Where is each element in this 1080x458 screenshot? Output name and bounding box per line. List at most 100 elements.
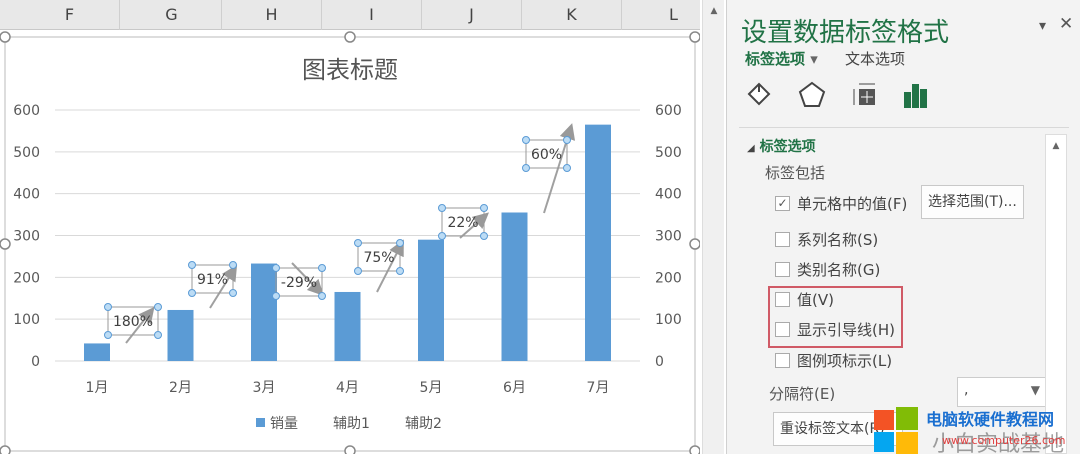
checkbox[interactable] [775, 262, 790, 277]
scroll-up-icon[interactable]: ▲ [707, 6, 721, 20]
checkbox-item[interactable]: 系列名称(S) [775, 229, 878, 250]
section-title: 标签选项 [759, 139, 816, 155]
bar-5月[interactable] [418, 239, 444, 361]
sheet-vertical-scrollbar[interactable]: ▲ [702, 0, 724, 454]
selection-handle[interactable] [104, 303, 112, 311]
chart-resize-handle[interactable] [689, 445, 700, 454]
chart-resize-handle[interactable] [344, 31, 356, 43]
selection-handle[interactable] [272, 264, 280, 272]
legend-entry[interactable]: 销量 [270, 416, 298, 432]
selection-handle[interactable] [354, 239, 362, 247]
bar-1月[interactable] [84, 343, 110, 361]
separator-select[interactable]: , ▼ [957, 377, 1047, 407]
bar-4月[interactable] [334, 291, 361, 361]
x-tick-label: 3月 [253, 380, 276, 396]
highlight-box [768, 286, 903, 348]
y-tick-label: 200 [13, 270, 40, 286]
selection-handle[interactable] [229, 289, 237, 297]
selection-handle[interactable] [563, 164, 571, 172]
pane-menu-icon[interactable]: ▾ [1039, 18, 1046, 34]
selection-handle[interactable] [318, 292, 326, 300]
selection-handle[interactable] [188, 261, 196, 269]
growth-label: 75% [363, 250, 394, 266]
column-header-G[interactable]: G [122, 0, 222, 30]
divider [739, 127, 1069, 128]
column-header-H[interactable]: H [222, 0, 322, 30]
selection-handle[interactable] [188, 289, 196, 297]
selection-handle[interactable] [272, 292, 280, 300]
selection-handle[interactable] [104, 331, 112, 339]
tab-text-options[interactable]: 文本选项 [845, 48, 905, 69]
column-header-F[interactable]: F [20, 0, 120, 30]
chart-resize-handle[interactable] [0, 238, 11, 250]
pentagon-effects-icon[interactable] [797, 80, 827, 110]
selection-handle[interactable] [154, 303, 162, 311]
chart-resize-handle[interactable] [0, 31, 11, 43]
column-header-K[interactable]: K [522, 0, 622, 30]
tab-label-options[interactable]: 标签选项 ▾ [745, 48, 818, 69]
checkbox[interactable] [775, 232, 790, 247]
x-tick-label: 1月 [86, 380, 109, 396]
selection-handle[interactable] [396, 267, 404, 275]
legend-entry[interactable]: 辅助1 [333, 416, 370, 432]
legend-entry[interactable]: 辅助2 [405, 416, 442, 432]
bar-chart-options-icon[interactable] [901, 80, 931, 110]
selection-handle[interactable] [480, 204, 488, 212]
select-range-button[interactable]: 选择范围(T)... [921, 185, 1024, 219]
section-label-options[interactable]: ◢ 标签选项 [747, 136, 816, 156]
checkbox-item[interactable]: ✓ 单元格中的值(F) [775, 193, 907, 214]
growth-label: 60% [531, 147, 562, 163]
growth-label: 22% [447, 215, 478, 231]
chart-resize-handle[interactable] [689, 31, 700, 43]
bar-7月[interactable] [585, 124, 611, 362]
chevron-down-icon: ▾ [810, 50, 818, 68]
checkbox[interactable] [775, 353, 790, 368]
y2-tick-label: 500 [655, 145, 682, 161]
size-properties-icon[interactable] [849, 80, 879, 110]
x-tick-label: 4月 [336, 380, 359, 396]
checkbox-label: 单元格中的值(F) [797, 195, 908, 213]
close-icon[interactable]: ✕ [1059, 14, 1073, 34]
column-header-I[interactable]: I [322, 0, 422, 30]
selection-handle[interactable] [438, 232, 446, 240]
checkbox-label: 类别名称(G) [797, 261, 881, 279]
selection-handle[interactable] [154, 331, 162, 339]
chart-resize-handle[interactable] [689, 238, 700, 250]
column-header-bar: FGHIJKL [0, 0, 724, 30]
checkbox-item[interactable]: 图例项标示(L) [775, 350, 892, 371]
y-tick-label: 300 [13, 229, 40, 245]
x-tick-label: 7月 [587, 380, 610, 396]
fill-icon[interactable] [745, 80, 775, 110]
y2-tick-label: 100 [655, 312, 682, 328]
selection-handle[interactable] [522, 164, 530, 172]
checkbox-label: 系列名称(S) [797, 231, 879, 249]
column-header-J[interactable]: J [422, 0, 522, 30]
chart-title[interactable]: 图表标题 [302, 56, 398, 84]
y2-tick-label: 200 [655, 270, 682, 286]
selection-handle[interactable] [563, 136, 571, 144]
chart-resize-handle[interactable] [344, 445, 356, 454]
selection-handle[interactable] [480, 232, 488, 240]
bar-2月[interactable] [167, 309, 194, 361]
selection-handle[interactable] [396, 239, 404, 247]
windows-logo [874, 407, 918, 454]
selection-handle[interactable] [229, 261, 237, 269]
bar-3月[interactable] [251, 263, 277, 361]
checkbox[interactable]: ✓ [775, 196, 790, 211]
format-data-labels-pane: 设置数据标签格式 ▾ ✕ 标签选项 ▾ 文本选项 ◢ 标签选项 标签包括 ✓ 单元… [726, 0, 1080, 454]
checkbox-item[interactable]: 类别名称(G) [775, 259, 880, 280]
chart[interactable]: 图表标题 0 100 200 300 400 500 600 0 100 200 300 400 500 6… [0, 30, 700, 454]
legend-swatch [256, 418, 265, 427]
selection-handle[interactable] [522, 136, 530, 144]
chart-resize-handle[interactable] [0, 445, 11, 454]
bar-6月[interactable] [501, 212, 528, 361]
y-tick-label: 500 [13, 145, 40, 161]
watermark: 电脑软硬件教程网 小白实战基地 www.computer26.com [872, 404, 1080, 457]
separator-label: 分隔符(E) [769, 385, 836, 403]
scroll-up-icon[interactable]: ▲ [1046, 141, 1066, 151]
x-tick-label: 5月 [420, 380, 443, 396]
y-tick-label: 0 [31, 354, 40, 370]
selection-handle[interactable] [438, 204, 446, 212]
selection-handle[interactable] [354, 267, 362, 275]
selection-handle[interactable] [318, 264, 326, 272]
